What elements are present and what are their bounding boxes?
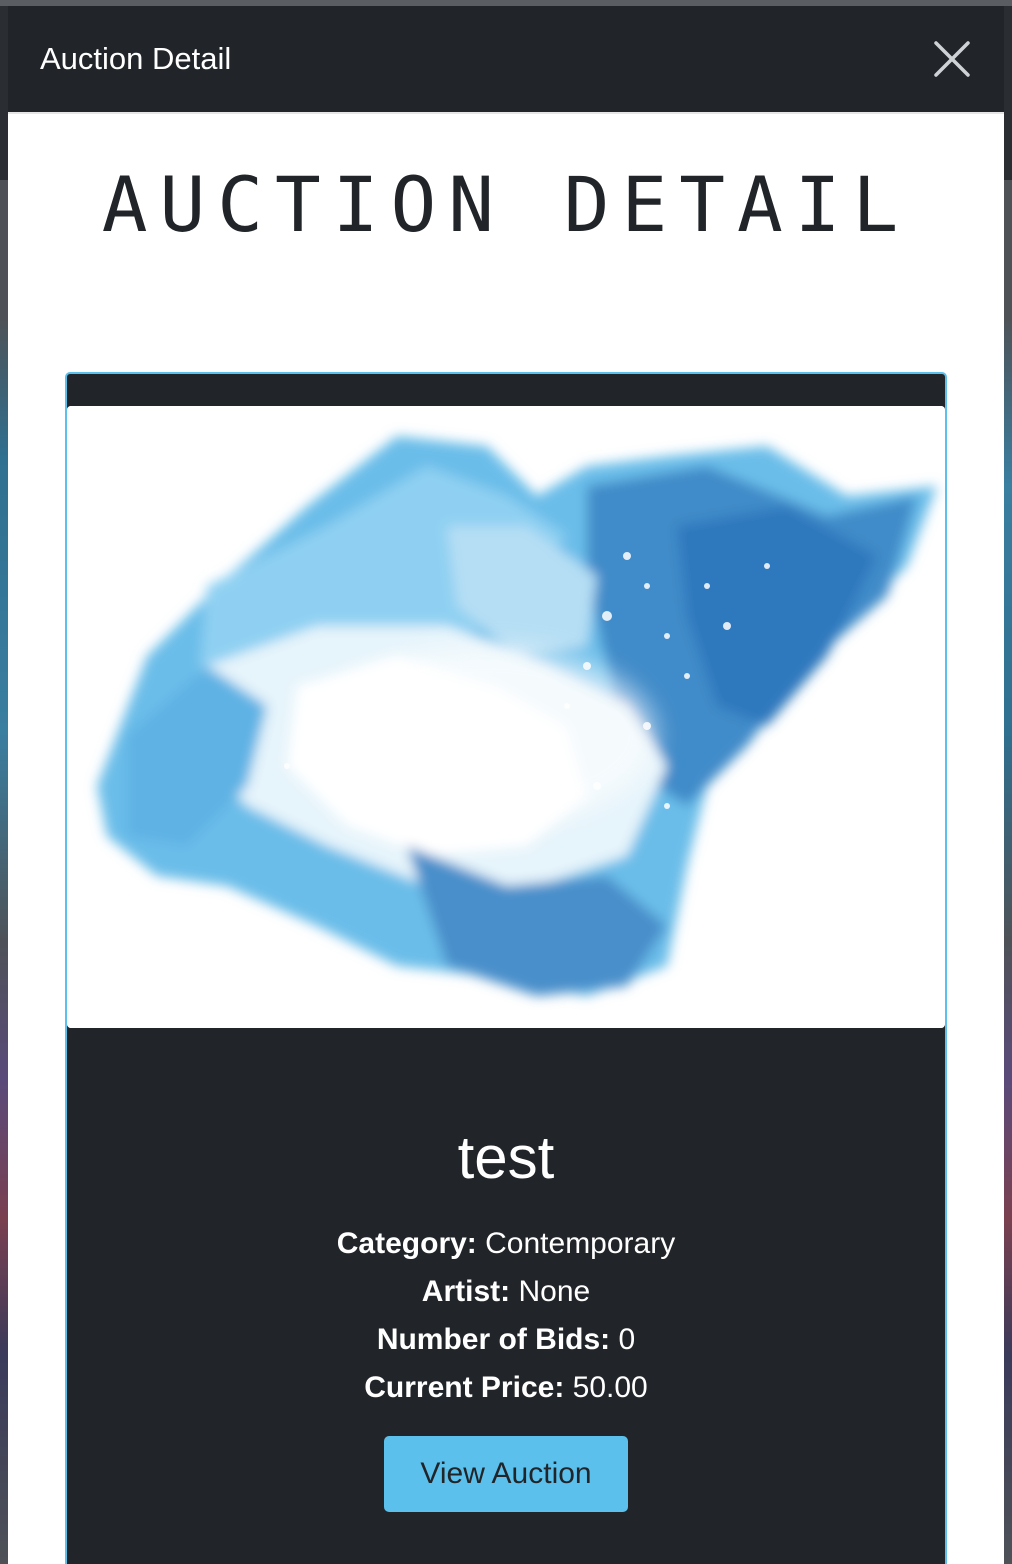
auction-title: test xyxy=(457,1124,555,1191)
artist-label: Artist: xyxy=(421,1275,511,1308)
artist-line: Artist: None xyxy=(67,1268,945,1316)
auction-detail-modal: Auction Detail AUCTION DETAIL test Categ… xyxy=(8,6,1004,1564)
artwork-image xyxy=(67,406,945,1028)
modal-body: AUCTION DETAIL test Category: Contempora… xyxy=(8,114,1004,1564)
auction-card-body: test Category: Contemporary Artist: None… xyxy=(67,1028,945,1512)
backdrop-right-edge xyxy=(1004,180,1012,1564)
category-value: Contemporary xyxy=(485,1227,676,1260)
category-label: Category: xyxy=(336,1227,477,1260)
bids-label: Number of Bids: xyxy=(376,1323,611,1356)
view-auction-button[interactable]: View Auction xyxy=(384,1436,628,1512)
modal-title: Auction Detail xyxy=(40,41,232,76)
price-label: Current Price: xyxy=(364,1371,565,1404)
backdrop-left-edge xyxy=(0,180,8,1564)
bids-value: 0 xyxy=(618,1323,636,1356)
price-line: Current Price: 50.00 xyxy=(67,1364,945,1412)
modal-header: Auction Detail xyxy=(8,6,1004,114)
auction-card: test Category: Contemporary Artist: None… xyxy=(65,372,947,1564)
bids-line: Number of Bids: 0 xyxy=(67,1316,945,1364)
price-value: 50.00 xyxy=(572,1371,648,1404)
close-button[interactable] xyxy=(932,39,972,79)
category-line: Category: Contemporary xyxy=(67,1220,945,1268)
close-icon xyxy=(934,41,970,77)
auction-image xyxy=(67,406,945,1028)
auction-details: Category: Contemporary Artist: None Numb… xyxy=(67,1220,945,1412)
page-heading: AUCTION DETAIL xyxy=(101,160,911,249)
artist-value: None xyxy=(518,1275,591,1308)
